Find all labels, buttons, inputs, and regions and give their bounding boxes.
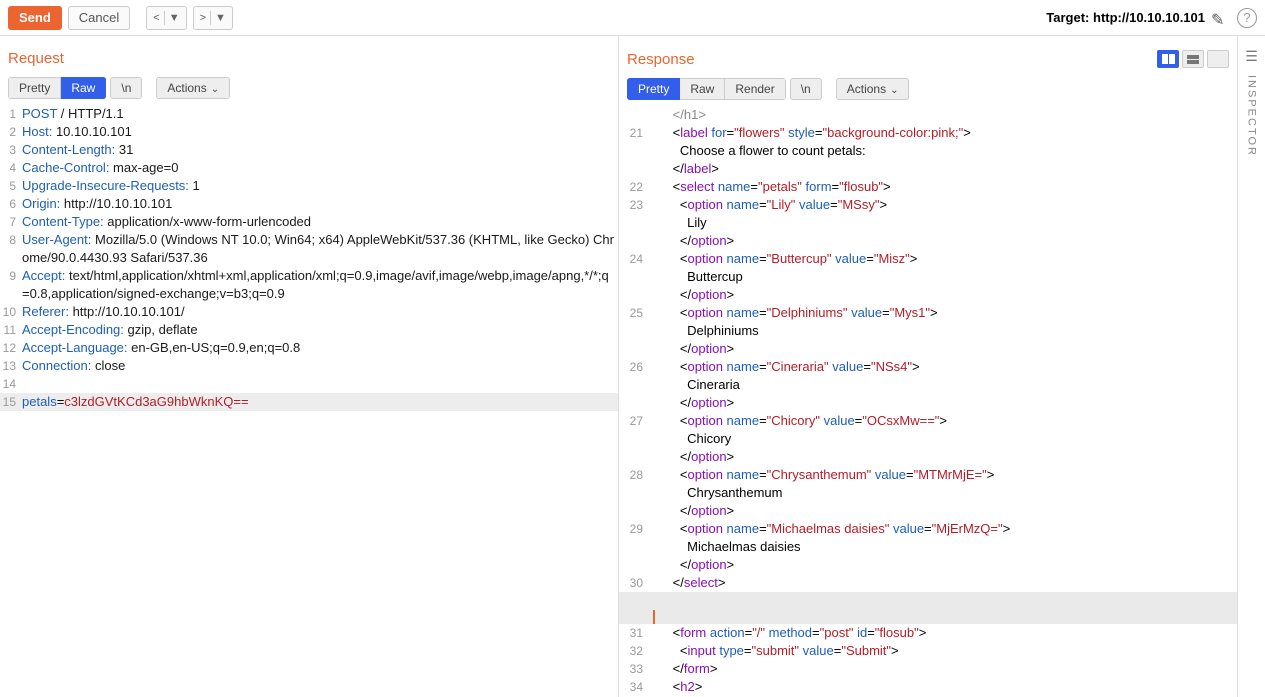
response-view-tabs: Pretty Raw Render bbox=[627, 78, 786, 100]
pretty-tab[interactable]: Pretty bbox=[8, 77, 61, 99]
top-toolbar: Send Cancel <▼ >▼ Target: http://10.10.1… bbox=[0, 0, 1265, 36]
request-view-tabs: Pretty Raw bbox=[8, 77, 106, 99]
layout-columns-icon[interactable] bbox=[1157, 50, 1179, 68]
layout-single-icon[interactable] bbox=[1207, 50, 1229, 68]
pretty-tab[interactable]: Pretty bbox=[627, 78, 680, 100]
wrap-toggle[interactable]: \n bbox=[110, 77, 142, 99]
response-viewer[interactable]: </h1>21 <label for="flowers" style="back… bbox=[619, 106, 1237, 697]
settings-icon[interactable]: ☰ bbox=[1245, 48, 1258, 65]
layout-toggle bbox=[1157, 50, 1229, 68]
raw-tab[interactable]: Raw bbox=[61, 77, 106, 99]
request-editor[interactable]: 1POST / HTTP/1.12Host: 10.10.10.1013Cont… bbox=[0, 105, 618, 697]
raw-tab[interactable]: Raw bbox=[680, 78, 725, 100]
target-url: http://10.10.10.101 bbox=[1093, 10, 1205, 25]
edit-target-icon[interactable] bbox=[1211, 10, 1227, 26]
wrap-toggle[interactable]: \n bbox=[790, 78, 822, 100]
actions-menu[interactable]: Actions⌄ bbox=[156, 77, 230, 99]
help-icon[interactable]: ? bbox=[1237, 8, 1257, 28]
prev-button[interactable]: <▼ bbox=[146, 6, 186, 30]
actions-menu[interactable]: Actions⌄ bbox=[836, 78, 910, 100]
target-label: Target: http://10.10.10.101 bbox=[1046, 10, 1205, 25]
next-button[interactable]: >▼ bbox=[193, 6, 233, 30]
response-pane: Response Pretty Raw Render \n Actions⌄ bbox=[619, 36, 1237, 697]
inspector-rail[interactable]: ☰ INSPECTOR bbox=[1237, 36, 1265, 697]
request-pane: Request Pretty Raw \n Actions⌄ 1POST / H… bbox=[0, 36, 619, 697]
inspector-label: INSPECTOR bbox=[1246, 75, 1258, 157]
send-button[interactable]: Send bbox=[8, 6, 62, 30]
response-title: Response bbox=[627, 51, 695, 68]
request-title: Request bbox=[8, 50, 64, 67]
render-tab[interactable]: Render bbox=[725, 78, 785, 100]
layout-rows-icon[interactable] bbox=[1182, 50, 1204, 68]
cancel-button[interactable]: Cancel bbox=[68, 6, 130, 30]
